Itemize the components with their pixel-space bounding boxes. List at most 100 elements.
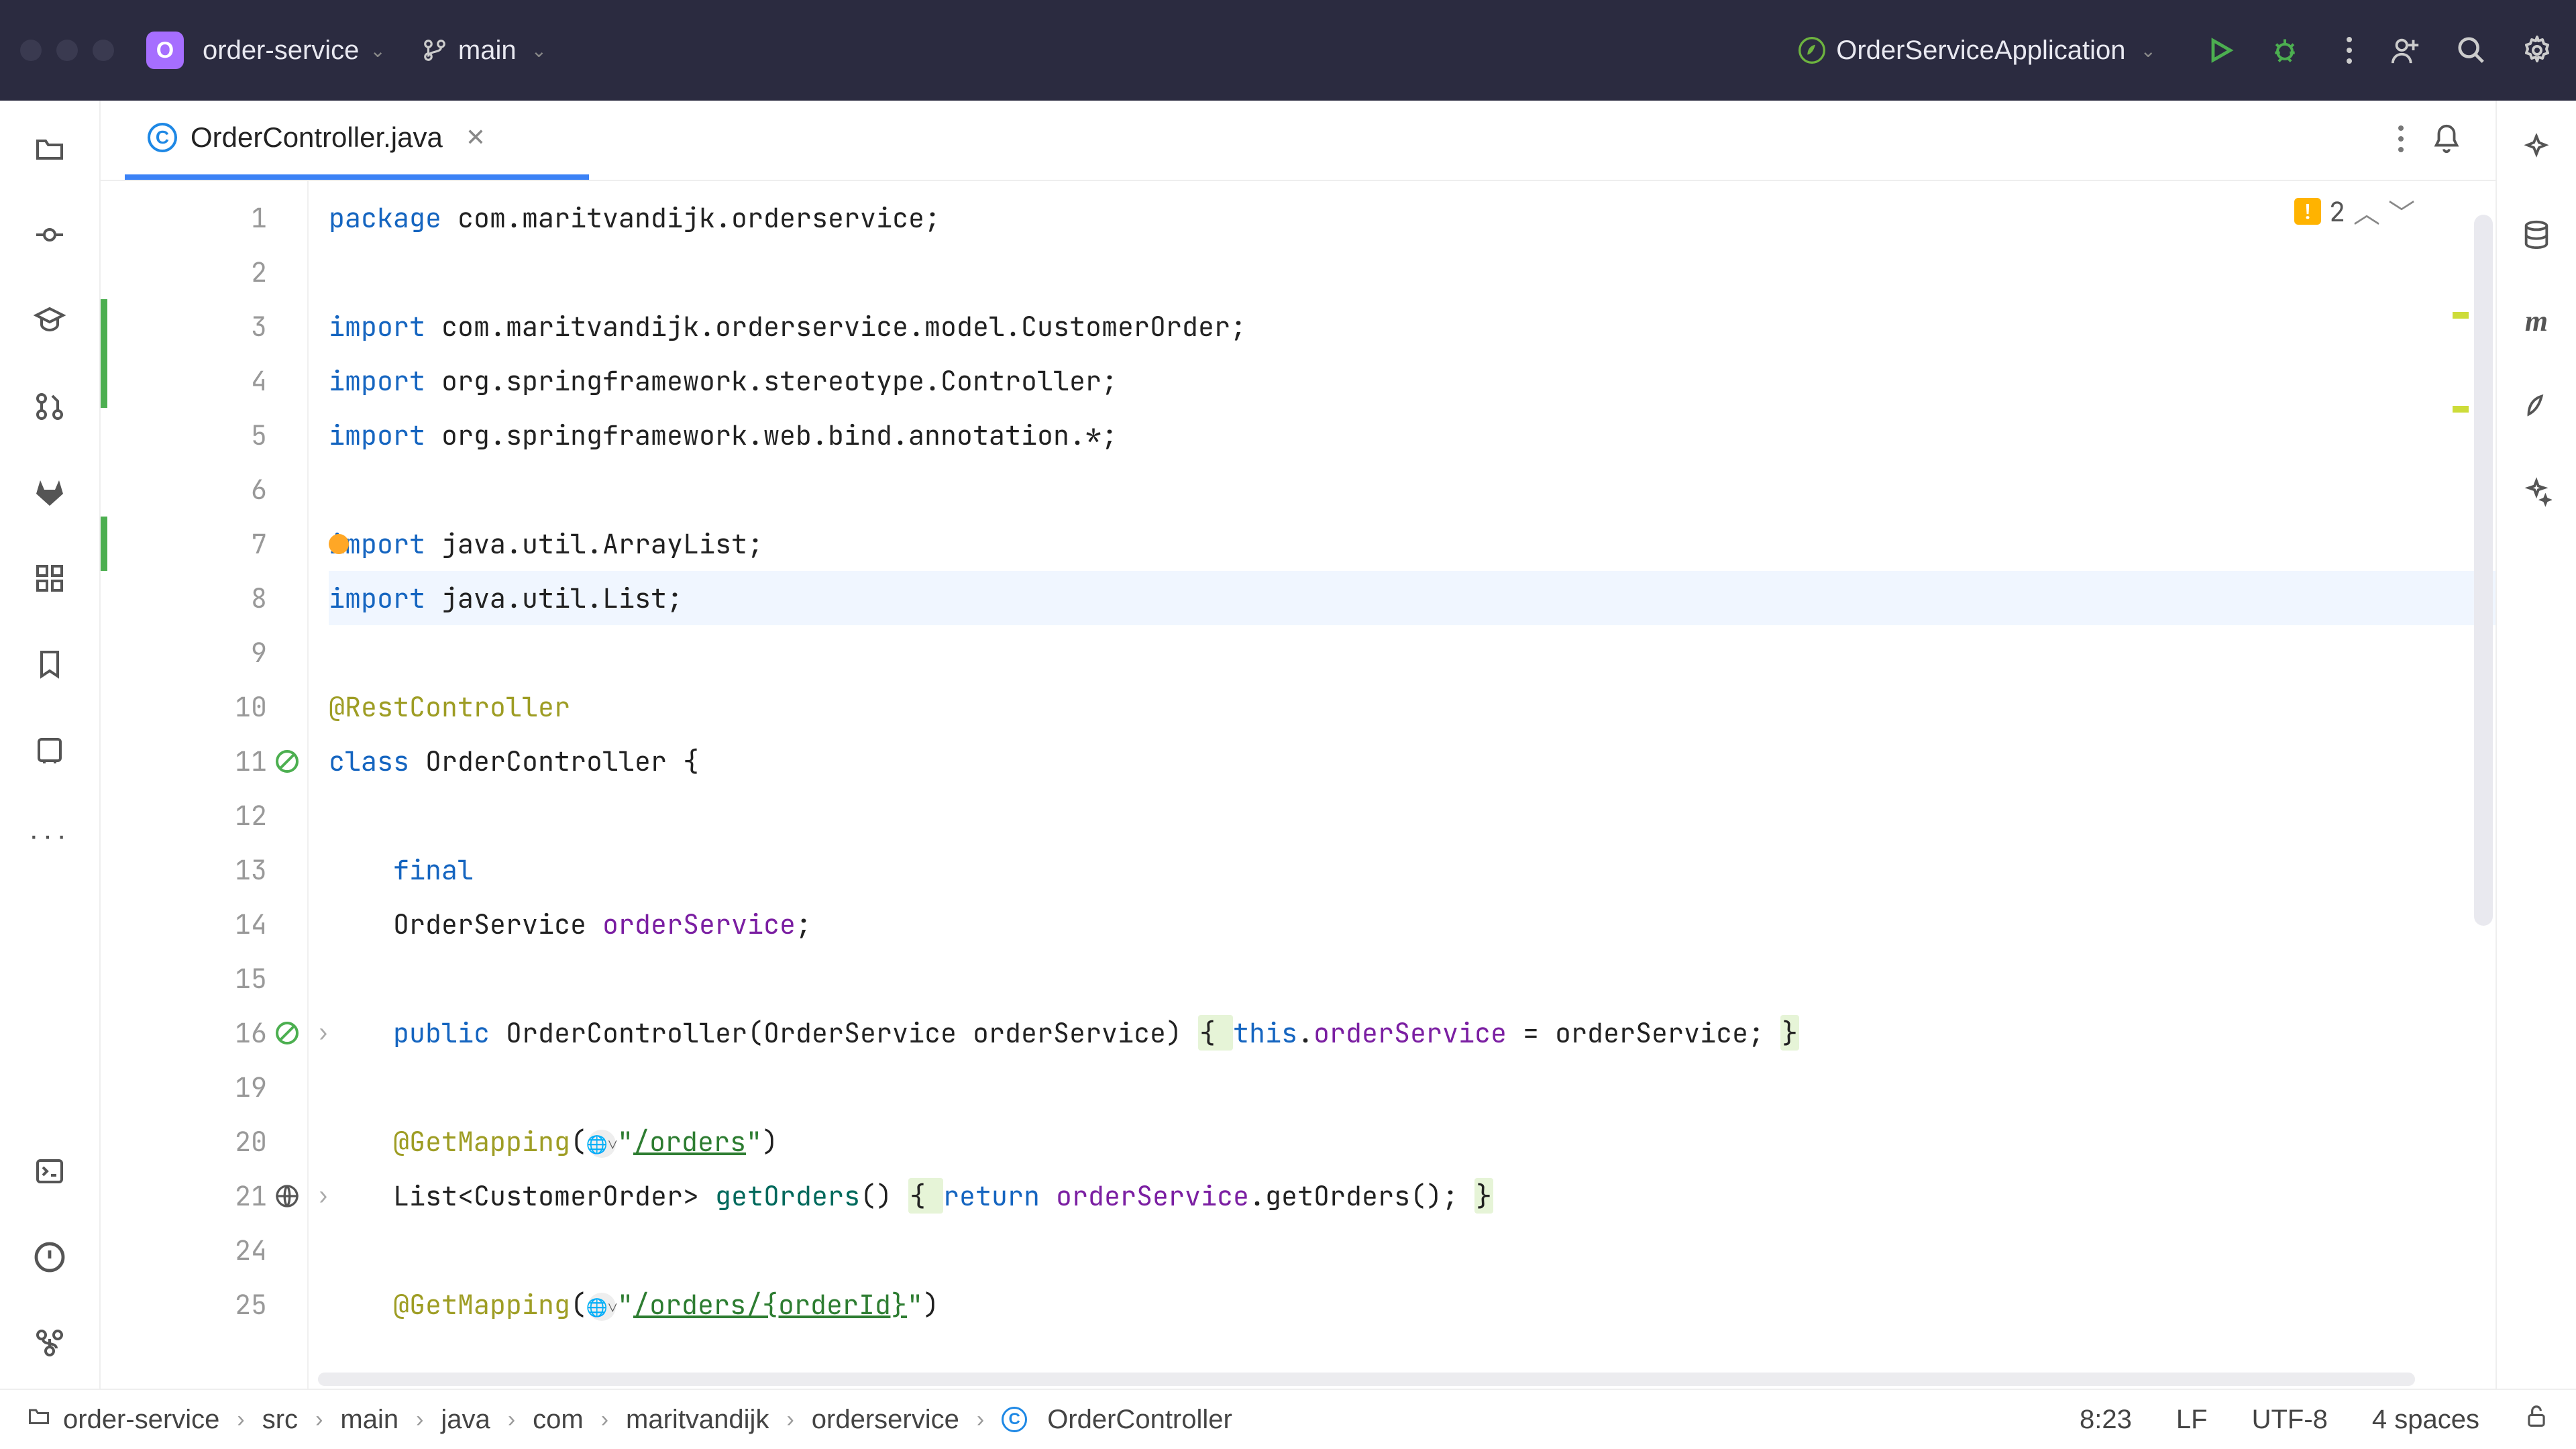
ai-assistant-icon[interactable] xyxy=(2518,130,2555,168)
file-encoding[interactable]: UTF-8 xyxy=(2252,1405,2328,1435)
branch-name: main xyxy=(458,36,517,66)
code-token: ( xyxy=(570,1124,586,1159)
breadcrumb-item[interactable]: src xyxy=(262,1405,298,1435)
ai-sparkle-icon[interactable] xyxy=(2518,474,2555,511)
spring-tool-icon[interactable] xyxy=(2518,388,2555,425)
code-token: import xyxy=(329,363,425,398)
gutter-endpoint-icon[interactable] xyxy=(271,1180,303,1212)
inspections-widget[interactable]: ! 2 ︿ ﹀ xyxy=(2294,192,2415,231)
more-tools-icon[interactable]: ··· xyxy=(31,817,68,855)
next-highlight-icon[interactable]: ﹀ xyxy=(2388,192,2415,231)
intention-bulb-icon[interactable] xyxy=(329,534,349,554)
terminal-tool-icon[interactable] xyxy=(31,1152,68,1190)
error-stripe-marker[interactable] xyxy=(2453,406,2469,413)
breadcrumb-item[interactable]: order-service xyxy=(63,1405,219,1435)
folder-icon xyxy=(27,1404,51,1435)
run-config-selector[interactable]: OrderServiceApplication ⌄ xyxy=(1799,36,2156,66)
code-area[interactable]: ! 2 ︿ ﹀ package com.maritvandijk.orderse… xyxy=(309,181,2496,1389)
more-actions-icon[interactable] xyxy=(2330,32,2368,69)
gutter-no-entry-icon[interactable] xyxy=(271,745,303,777)
learn-tool-icon[interactable] xyxy=(31,302,68,339)
chevron-right-icon: › xyxy=(237,1407,244,1433)
tab-order-controller[interactable]: C OrderController.java ✕ xyxy=(125,101,508,180)
tab-more-icon[interactable] xyxy=(2398,125,2404,156)
branch-selector[interactable]: main ⌄ xyxy=(422,36,547,66)
gutter-no-entry-icon[interactable] xyxy=(271,1017,303,1049)
error-stripe-marker[interactable] xyxy=(2453,312,2469,319)
code-token: @GetMapping xyxy=(393,1287,570,1322)
build-tool-icon[interactable] xyxy=(31,731,68,769)
close-tab-icon[interactable]: ✕ xyxy=(466,123,486,152)
code-token: .getOrders(); xyxy=(1249,1178,1474,1214)
code-token: org.springframework.stereotype.Controlle… xyxy=(425,363,1118,398)
code-token: ; xyxy=(796,906,812,942)
database-tool-icon[interactable] xyxy=(2518,216,2555,254)
project-tool-icon[interactable] xyxy=(31,130,68,168)
breadcrumb-item[interactable]: orderservice xyxy=(812,1405,959,1435)
notifications-icon[interactable] xyxy=(2431,123,2462,158)
line-separator[interactable]: LF xyxy=(2176,1405,2208,1435)
url-inlay-icon[interactable]: 🌐˅ xyxy=(588,1293,616,1321)
chevron-right-icon: › xyxy=(508,1407,515,1433)
minimize-window[interactable] xyxy=(56,40,78,61)
breadcrumb-item[interactable]: com xyxy=(533,1405,584,1435)
problems-tool-icon[interactable] xyxy=(31,1238,68,1276)
code-token: { xyxy=(1198,1015,1233,1051)
prev-highlight-icon[interactable]: ︿ xyxy=(2353,192,2380,231)
code-token: import xyxy=(329,580,425,616)
code-token: ) xyxy=(762,1124,778,1159)
chevron-right-icon: › xyxy=(601,1407,608,1433)
editor[interactable]: 1 2 3 4 5 6 7 8 9 10 11 12 13 14 15 16 xyxy=(101,181,2496,1389)
line-number: 1 xyxy=(220,191,267,245)
gutter: 1 2 3 4 5 6 7 8 9 10 11 12 13 14 15 16 xyxy=(101,181,309,1389)
code-token: OrderController xyxy=(409,743,683,779)
code-token: return xyxy=(943,1178,1056,1214)
indent-settings[interactable]: 4 spaces xyxy=(2372,1405,2479,1435)
code-with-me-icon[interactable] xyxy=(2387,32,2424,69)
line-number: 25 xyxy=(220,1277,267,1332)
code-token: orderService xyxy=(1056,1178,1249,1214)
close-window[interactable] xyxy=(20,40,42,61)
code-token: " xyxy=(746,1124,762,1159)
line-number: 24 xyxy=(220,1223,267,1277)
line-number: 15 xyxy=(220,951,267,1006)
code-token: = orderService; xyxy=(1507,1015,1780,1051)
breadcrumb-leaf[interactable]: OrderController xyxy=(1047,1405,1232,1435)
url-inlay-icon[interactable]: 🌐˅ xyxy=(588,1130,616,1158)
line-number: 5 xyxy=(220,408,267,462)
project-badge: O xyxy=(146,32,184,69)
right-tool-rail: m xyxy=(2496,101,2576,1389)
debug-button[interactable] xyxy=(2266,32,2304,69)
breadcrumb-item[interactable]: java xyxy=(441,1405,490,1435)
structure-tool-icon[interactable] xyxy=(31,559,68,597)
search-icon[interactable] xyxy=(2453,32,2490,69)
line-number: 11 xyxy=(220,734,267,788)
pull-requests-icon[interactable] xyxy=(31,388,68,425)
chevron-down-icon: ⌄ xyxy=(531,40,547,62)
code-token: { xyxy=(908,1178,943,1214)
project-selector[interactable]: order-service ⌄ xyxy=(203,36,386,66)
caret-position[interactable]: 8:23 xyxy=(2080,1405,2132,1435)
titlebar: O order-service ⌄ main ⌄ OrderServiceApp… xyxy=(0,0,2576,101)
java-class-icon: C xyxy=(148,123,177,152)
settings-icon[interactable] xyxy=(2518,32,2556,69)
java-class-icon: C xyxy=(1002,1407,1027,1432)
run-button[interactable] xyxy=(2202,32,2239,69)
commit-tool-icon[interactable] xyxy=(31,216,68,254)
gitlab-tool-icon[interactable] xyxy=(31,474,68,511)
branch-icon xyxy=(422,38,447,63)
code-token: public xyxy=(393,1015,490,1051)
breadcrumb-item[interactable]: maritvandijk xyxy=(626,1405,769,1435)
code-token: java.util.ArrayList; xyxy=(425,526,763,561)
breadcrumb-item[interactable]: main xyxy=(340,1405,398,1435)
bookmarks-tool-icon[interactable] xyxy=(31,645,68,683)
horizontal-scrollbar[interactable] xyxy=(318,1373,2415,1386)
vertical-scrollbar[interactable] xyxy=(2474,215,2493,926)
code-token: /orders xyxy=(633,1124,746,1159)
line-number: 10 xyxy=(220,680,267,734)
readonly-lock-icon[interactable] xyxy=(2524,1403,2549,1436)
maven-tool-icon[interactable]: m xyxy=(2518,302,2555,339)
maximize-window[interactable] xyxy=(93,40,114,61)
vcs-tool-icon[interactable] xyxy=(31,1324,68,1362)
code-token: getOrders xyxy=(715,1178,860,1214)
